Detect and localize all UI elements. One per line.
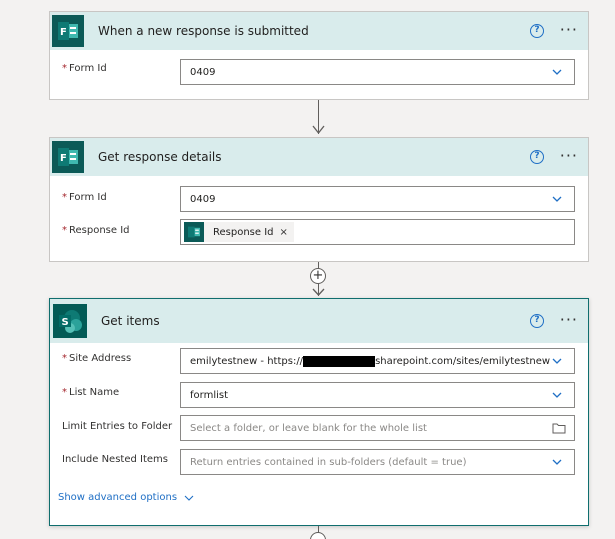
folder-icon[interactable] bbox=[552, 422, 566, 434]
details-card-header[interactable]: F Get response details ? ··· bbox=[50, 138, 588, 176]
help-icon[interactable]: ? bbox=[530, 24, 544, 38]
insert-step-plus-icon[interactable] bbox=[310, 532, 326, 539]
form-id-label: * Form Id bbox=[62, 192, 107, 203]
chevron-down-icon bbox=[552, 459, 562, 465]
nested-items-placeholder: Return entries contained in sub-folders … bbox=[190, 456, 467, 468]
site-address-dropdown[interactable]: emilytestnew - https:// sharepoint.com/si… bbox=[180, 348, 575, 374]
trigger-card: F When a new response is submitted ? ···… bbox=[49, 11, 589, 100]
site-address-label: * Site Address bbox=[62, 353, 131, 364]
site-address-prefix: emilytestnew - https:// bbox=[190, 355, 304, 367]
show-advanced-options-link[interactable]: Show advanced options bbox=[58, 492, 194, 503]
more-icon[interactable]: ··· bbox=[560, 312, 578, 328]
nested-items-label: Include Nested Items bbox=[62, 454, 168, 465]
forms-icon bbox=[184, 222, 204, 242]
remove-token-icon[interactable]: × bbox=[280, 227, 288, 238]
required-mark: * bbox=[62, 192, 67, 203]
list-name-label: * List Name bbox=[62, 387, 119, 398]
nested-items-dropdown[interactable]: Return entries contained in sub-folders … bbox=[180, 449, 575, 475]
form-id-dropdown[interactable]: 0409 bbox=[180, 59, 575, 85]
chevron-down-icon bbox=[184, 495, 194, 501]
required-mark: * bbox=[62, 387, 67, 398]
svg-text:S: S bbox=[62, 317, 69, 328]
chevron-down-icon bbox=[552, 196, 562, 202]
required-mark: * bbox=[62, 353, 67, 364]
more-icon[interactable]: ··· bbox=[560, 148, 578, 164]
list-name-dropdown[interactable]: formlist bbox=[180, 382, 575, 408]
response-token-label: Response Id bbox=[213, 226, 274, 238]
get-items-card-header[interactable]: S Get items ? ··· bbox=[50, 299, 588, 343]
form-id-label-text: Form Id bbox=[69, 63, 107, 74]
response-id-token[interactable]: Response Id × bbox=[184, 222, 294, 242]
more-icon[interactable]: ··· bbox=[560, 22, 578, 38]
get-items-title: Get items bbox=[101, 314, 160, 328]
get-items-card: S Get items ? ··· * Site Address emilytes… bbox=[49, 298, 589, 526]
list-name-label-text: List Name bbox=[69, 387, 120, 398]
insert-step-plus-icon[interactable]: + bbox=[310, 268, 326, 284]
required-mark: * bbox=[62, 63, 67, 74]
list-name-value: formlist bbox=[190, 389, 229, 401]
response-id-input[interactable]: Response Id × bbox=[180, 219, 575, 245]
forms-icon: F bbox=[52, 15, 84, 47]
svg-text:F: F bbox=[60, 153, 67, 164]
help-icon[interactable]: ? bbox=[530, 314, 544, 328]
arrow-head-icon bbox=[312, 125, 325, 135]
trigger-title: When a new response is submitted bbox=[98, 24, 309, 38]
limit-folder-input[interactable]: Select a folder, or leave blank for the … bbox=[180, 415, 575, 441]
redacted-block bbox=[303, 355, 376, 367]
limit-folder-label: Limit Entries to Folder bbox=[62, 421, 173, 432]
details-card: F Get response details ? ··· * Form Id 04… bbox=[49, 137, 589, 262]
limit-folder-placeholder: Select a folder, or leave blank for the … bbox=[190, 422, 427, 434]
form-id-value: 0409 bbox=[190, 193, 216, 205]
advanced-options-label: Show advanced options bbox=[58, 492, 178, 503]
chevron-down-icon bbox=[552, 69, 562, 75]
form-id-dropdown[interactable]: 0409 bbox=[180, 186, 575, 212]
required-mark: * bbox=[62, 225, 67, 236]
svg-text:F: F bbox=[60, 27, 67, 38]
form-id-label: * Form Id bbox=[62, 63, 107, 74]
site-address-suffix: sharepoint.com/sites/emilytestnew bbox=[375, 355, 551, 367]
site-address-label-text: Site Address bbox=[69, 353, 132, 364]
forms-icon: F bbox=[52, 141, 84, 173]
form-id-value: 0409 bbox=[190, 66, 216, 78]
arrow-head-icon bbox=[312, 288, 325, 296]
chevron-down-icon bbox=[552, 358, 562, 364]
response-id-label-text: Response Id bbox=[69, 225, 130, 236]
sharepoint-icon: S bbox=[53, 304, 87, 338]
trigger-card-header[interactable]: F When a new response is submitted ? ··· bbox=[50, 12, 588, 50]
help-icon[interactable]: ? bbox=[530, 150, 544, 164]
form-id-label-text: Form Id bbox=[69, 192, 107, 203]
details-title: Get response details bbox=[98, 150, 222, 164]
chevron-down-icon bbox=[552, 392, 562, 398]
response-id-label: * Response Id bbox=[62, 225, 130, 236]
